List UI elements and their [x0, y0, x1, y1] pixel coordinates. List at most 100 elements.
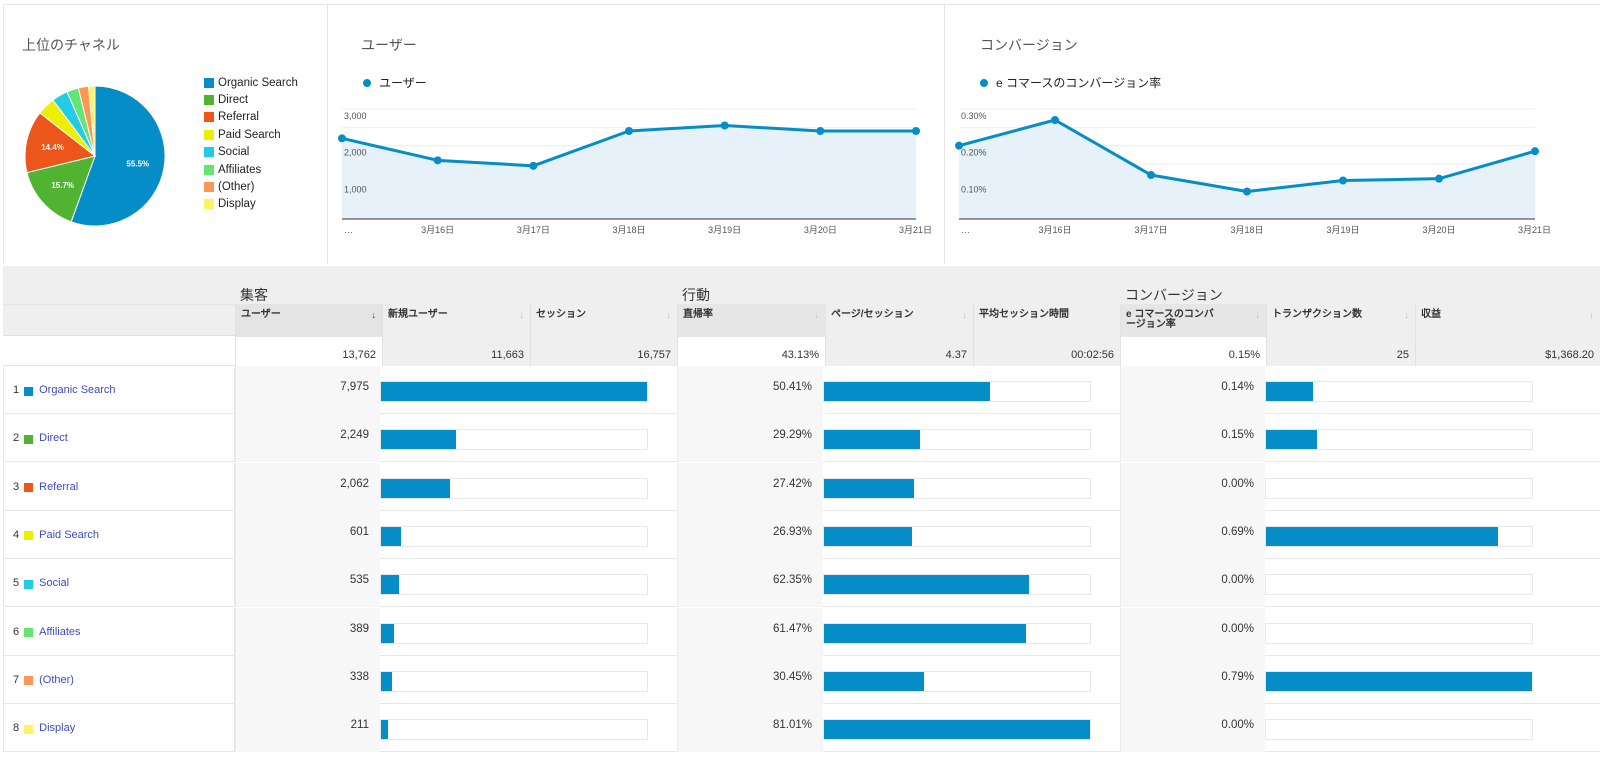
y-tick-label: 3,000: [344, 111, 367, 121]
total-value: 00:02:56: [973, 337, 1120, 366]
column-header[interactable]: 新規ユーザー ↓: [382, 304, 530, 337]
sort-arrow-icon[interactable]: ↓: [1256, 310, 1261, 320]
legend-item[interactable]: Display: [204, 196, 298, 213]
metric-value: 0.00%: [1120, 559, 1265, 608]
legend-label: Affiliates: [218, 163, 262, 176]
legend-item[interactable]: Direct: [204, 91, 298, 108]
column-header[interactable]: ページ/セッション ↓: [825, 304, 973, 337]
data-point[interactable]: [816, 127, 825, 135]
channel-color-icon: [24, 579, 34, 589]
column-header[interactable]: セッション ↓: [530, 304, 677, 337]
table-row: 7 (Other) 338 30.45% 0.79%: [3, 655, 1600, 704]
metric-value: 2,249: [235, 414, 380, 463]
column-header[interactable]: トランザクション数 ↓: [1266, 304, 1415, 337]
sort-arrow-icon[interactable]: ↓: [1405, 310, 1410, 320]
y-tick-label: 1,000: [344, 184, 367, 194]
legend-item[interactable]: Affiliates: [204, 161, 298, 178]
column-header-label: ページ/セッション: [831, 309, 914, 320]
data-point[interactable]: [1051, 116, 1059, 124]
bar-cell: [823, 366, 1091, 414]
bar-cell: [1265, 414, 1533, 462]
legend-item[interactable]: Paid Search: [204, 126, 298, 143]
area-fill: [342, 125, 916, 219]
data-point[interactable]: [1339, 176, 1347, 185]
channel-link[interactable]: Organic Search: [39, 384, 115, 396]
legend-item[interactable]: Organic Search: [204, 74, 298, 91]
y-tick-label: 0.30%: [961, 111, 987, 121]
data-point[interactable]: [529, 161, 538, 170]
panel-title: ユーザー: [361, 37, 417, 53]
group-title: 行動: [682, 287, 710, 303]
bar-fill: [824, 526, 913, 546]
sort-arrow-icon[interactable]: ↓: [815, 310, 820, 320]
bar-track: [1265, 381, 1533, 402]
channel-link[interactable]: Display: [39, 722, 75, 734]
sort-arrow-icon[interactable]: ↓: [1590, 310, 1595, 320]
x-tick-label: 3月16日: [1038, 225, 1071, 235]
channel-link[interactable]: Referral: [39, 481, 78, 493]
bar-fill: [824, 623, 1026, 643]
data-point[interactable]: [955, 141, 963, 150]
row-index: 8: [13, 722, 20, 735]
legend-item[interactable]: (Other): [204, 178, 298, 195]
total-value: 11,663: [382, 337, 530, 366]
data-point[interactable]: [1147, 171, 1155, 179]
metric-value: 81.01%: [677, 704, 823, 753]
data-point[interactable]: [912, 127, 920, 135]
table-row: 4 Paid Search 601 26.93% 0.69%: [3, 510, 1600, 559]
column-header[interactable]: 平均セッション時間: [973, 304, 1120, 337]
data-point[interactable]: [433, 156, 442, 165]
legend-swatch-icon: [204, 199, 214, 210]
table-header-blank: [3, 266, 235, 336]
series-legend: ユーザー: [363, 74, 427, 91]
channel-link[interactable]: Paid Search: [39, 529, 99, 541]
column-header[interactable]: ユーザー ↓: [235, 304, 382, 337]
metric-value: 50.41%: [677, 366, 823, 414]
y-tick-label: 0.20%: [961, 148, 987, 158]
group-header-behavior: 行動: [677, 266, 1120, 304]
bar-fill: [824, 478, 915, 498]
table-row: 6 Affiliates 389 61.47% 0.00%: [3, 607, 1600, 656]
sort-arrow-icon[interactable]: ↓: [667, 310, 672, 320]
bar-track: [823, 525, 1091, 547]
channel-link[interactable]: Affiliates: [39, 626, 80, 638]
series-dot-icon: [980, 78, 988, 87]
legend-swatch-icon: [204, 77, 214, 88]
metric-value: 389: [235, 607, 380, 656]
channel-pie-chart: 55.5% 15.7% 14.4%: [24, 85, 166, 227]
bar-track: [823, 429, 1091, 451]
legend-item[interactable]: Social: [204, 144, 298, 161]
series-label: ユーザー: [379, 76, 427, 90]
column-header[interactable]: 収益 ↓: [1415, 304, 1600, 337]
metric-value: 0.00%: [1120, 607, 1265, 656]
row-label-cell: 6 Affiliates: [3, 607, 235, 656]
data-point[interactable]: [625, 127, 633, 135]
bar-cell: [1265, 366, 1533, 414]
data-point[interactable]: [338, 134, 346, 143]
data-point[interactable]: [1243, 187, 1251, 196]
channel-link[interactable]: (Other): [39, 674, 74, 686]
column-header[interactable]: 直帰率 ↓: [677, 304, 825, 337]
top-channels-panel: 上位のチャネル 55.5% 15.7% 14.4% Organic Search Di…: [3, 4, 328, 264]
table-row: 5 Social 535 62.35% 0.00%: [3, 559, 1600, 608]
column-header-label: e コマースのコンバージョン率: [1126, 309, 1214, 330]
x-tick-label: 3月20日: [1422, 225, 1455, 235]
column-header[interactable]: e コマースのコンバージョン率 ↓: [1120, 304, 1266, 337]
column-header-label: 平均セッション時間: [979, 309, 1069, 320]
bar-track: [380, 719, 648, 741]
x-tick-label: 3月16日: [421, 225, 454, 235]
data-point[interactable]: [1531, 147, 1539, 156]
channel-link[interactable]: Social: [39, 577, 69, 589]
data-point[interactable]: [720, 121, 729, 130]
data-point[interactable]: [1435, 174, 1443, 183]
channel-link[interactable]: Direct: [39, 432, 68, 444]
sort-arrow-icon[interactable]: ↓: [372, 310, 377, 320]
row-label-cell: 7 (Other): [3, 655, 235, 704]
sort-arrow-icon[interactable]: ↓: [963, 310, 968, 320]
legend-item[interactable]: Referral: [204, 109, 298, 126]
legend-swatch-icon: [204, 147, 214, 158]
panel-title: 上位のチャネル: [22, 37, 120, 53]
pie-data-label: 55.5%: [126, 160, 149, 169]
metric-value: 338: [235, 655, 380, 704]
sort-arrow-icon[interactable]: ↓: [520, 310, 525, 320]
